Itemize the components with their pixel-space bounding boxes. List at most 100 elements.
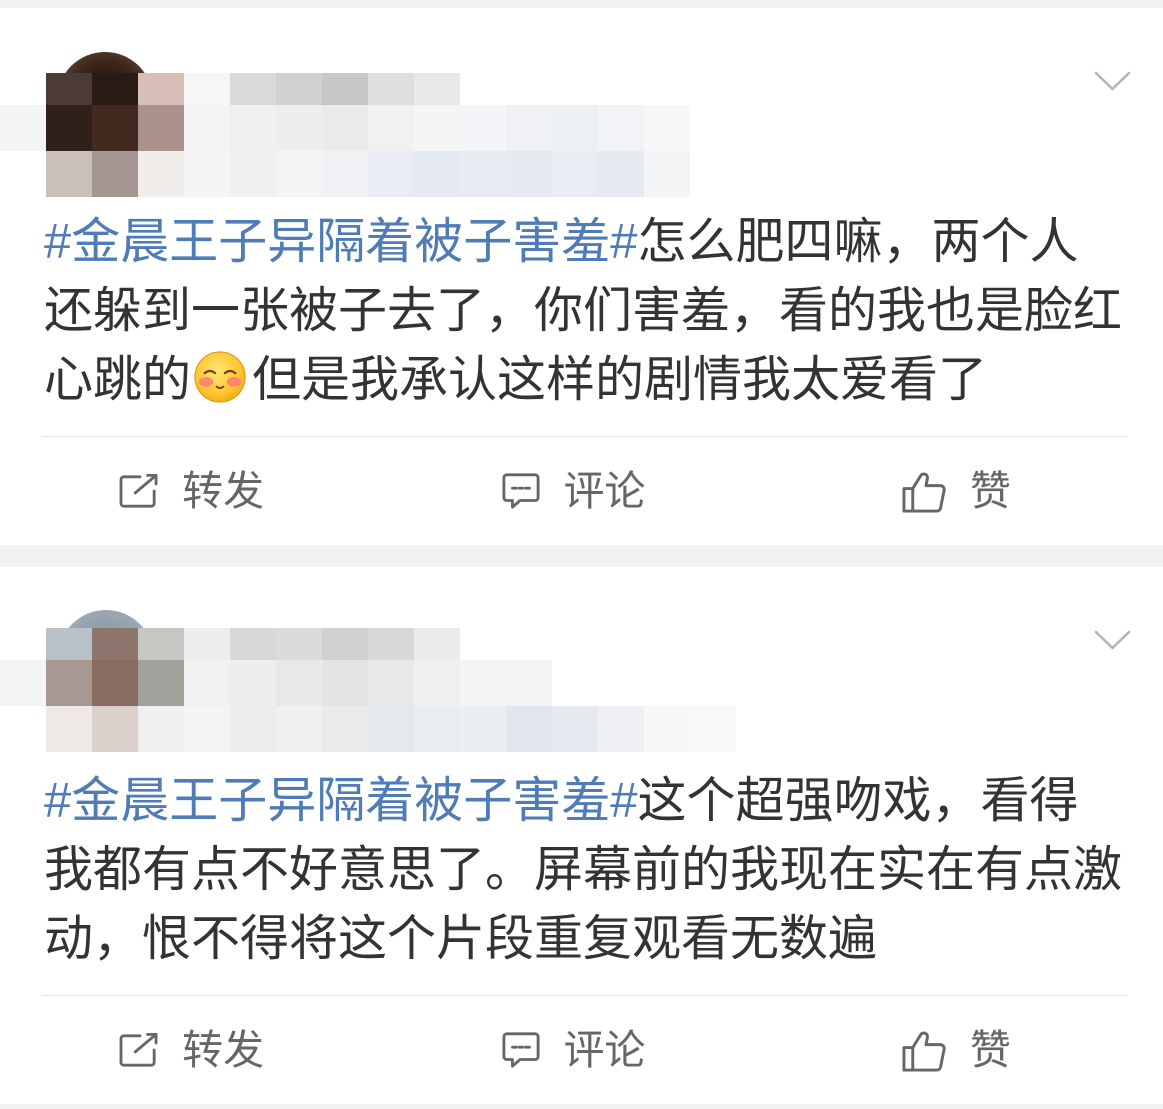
comment-button[interactable]: 评论 xyxy=(382,996,764,1104)
mosaic-tile xyxy=(368,105,414,151)
mosaic-tile xyxy=(552,706,598,752)
repost-label: 转发 xyxy=(182,1027,265,1073)
mosaic-tile xyxy=(138,73,184,105)
mosaic-tile xyxy=(92,151,138,197)
mosaic-tile xyxy=(138,105,184,151)
mosaic-tile xyxy=(138,628,184,660)
mosaic-tile xyxy=(598,706,644,752)
mosaic-row xyxy=(0,706,740,752)
repost-button[interactable]: 转发 xyxy=(0,996,382,1104)
like-label: 赞 xyxy=(969,468,1011,514)
mosaic-tile xyxy=(506,660,552,706)
post-text: #金晨王子异隔着被子害羞#怎么肥四嘛，两个人还躲到一张被子去了，你们害羞，看的我… xyxy=(44,208,1124,415)
post-card[interactable]: #金晨王子异隔着被子害羞#这个超强吻戏，看得我都有点不好意思了。屏幕前的我现在实… xyxy=(0,567,1163,1104)
mosaic-tile xyxy=(552,151,598,197)
mosaic-tile xyxy=(644,706,690,752)
mosaic-tile xyxy=(184,706,230,752)
like-button[interactable]: 赞 xyxy=(765,437,1163,545)
mosaic-row xyxy=(0,628,740,660)
chevron-down-icon xyxy=(1094,71,1130,91)
comment-label: 评论 xyxy=(563,1027,646,1073)
mosaic-tile xyxy=(0,105,46,151)
mosaic-tile xyxy=(0,706,46,752)
mosaic-tile xyxy=(138,706,184,752)
post-menu-button[interactable] xyxy=(1090,66,1134,96)
comment-button[interactable]: 评论 xyxy=(382,437,764,545)
mosaic-tile xyxy=(0,151,46,197)
mosaic-row xyxy=(0,660,740,706)
mosaic-tile xyxy=(368,73,414,105)
mosaic-tile xyxy=(414,73,460,105)
mosaic-tile xyxy=(0,628,46,660)
mosaic-tile xyxy=(368,628,414,660)
mosaic-tile xyxy=(644,151,690,197)
mosaic-tile xyxy=(46,706,92,752)
mosaic-tile xyxy=(46,660,92,706)
mosaic-tile xyxy=(230,73,276,105)
mosaic-tile xyxy=(460,660,506,706)
mosaic-tile xyxy=(322,706,368,752)
post-card[interactable]: #金晨王子异隔着被子害羞#怎么肥四嘛，两个人还躲到一张被子去了，你们害羞，看的我… xyxy=(0,8,1163,545)
post-action-bar: 转发 评论 赞 xyxy=(0,996,1163,1104)
mosaic-tile xyxy=(46,105,92,151)
feed: #金晨王子异隔着被子害羞#怎么肥四嘛，两个人还躲到一张被子去了，你们害羞，看的我… xyxy=(0,0,1163,1109)
like-icon xyxy=(902,1031,946,1072)
post-author[interactable] xyxy=(0,567,760,767)
mosaic-tile xyxy=(0,660,46,706)
mosaic-tile xyxy=(276,706,322,752)
mosaic-tile xyxy=(368,660,414,706)
mosaic-row xyxy=(0,105,740,151)
mosaic-tile xyxy=(322,151,368,197)
mosaic-tile xyxy=(460,151,506,197)
like-button[interactable]: 赞 xyxy=(765,996,1163,1104)
mosaic-tile xyxy=(368,151,414,197)
mosaic-tile xyxy=(276,660,322,706)
post-menu-button[interactable] xyxy=(1090,625,1134,655)
mosaic-tile xyxy=(230,706,276,752)
mosaic-tile xyxy=(138,660,184,706)
user-info-mosaic xyxy=(0,73,740,197)
mosaic-tile xyxy=(690,706,736,752)
mosaic-tile xyxy=(276,73,322,105)
mosaic-tile xyxy=(414,706,460,752)
mosaic-row xyxy=(0,151,740,197)
mosaic-tile xyxy=(92,706,138,752)
mosaic-tile xyxy=(184,151,230,197)
repost-button[interactable]: 转发 xyxy=(0,437,382,545)
mosaic-tile xyxy=(414,628,460,660)
mosaic-tile xyxy=(276,628,322,660)
mosaic-tile xyxy=(368,706,414,752)
post-body-text: 但是我承认这样的剧情我太爱看了 xyxy=(252,353,988,407)
like-label: 赞 xyxy=(969,1027,1011,1073)
comment-label: 评论 xyxy=(563,468,646,514)
comment-icon xyxy=(502,473,541,509)
mosaic-tile xyxy=(460,706,506,752)
mosaic-tile xyxy=(230,151,276,197)
mosaic-tile xyxy=(230,660,276,706)
mosaic-tile xyxy=(506,105,552,151)
post-author[interactable] xyxy=(0,8,760,208)
mosaic-tile xyxy=(414,151,460,197)
mosaic-tile xyxy=(46,151,92,197)
mosaic-tile xyxy=(322,628,368,660)
mosaic-tile xyxy=(184,660,230,706)
mosaic-tile xyxy=(322,660,368,706)
mosaic-tile xyxy=(506,706,552,752)
mosaic-tile xyxy=(0,73,46,105)
mosaic-tile xyxy=(460,105,506,151)
mosaic-tile xyxy=(92,105,138,151)
mosaic-tile xyxy=(92,628,138,660)
post-action-bar: 转发 评论 赞 xyxy=(0,437,1163,545)
mosaic-tile xyxy=(92,660,138,706)
mosaic-tile xyxy=(506,151,552,197)
mosaic-tile xyxy=(414,105,460,151)
hashtag-link[interactable]: #金晨王子异隔着被子害羞# xyxy=(44,774,638,828)
hashtag-link[interactable]: #金晨王子异隔着被子害羞# xyxy=(44,215,638,269)
chevron-down-icon xyxy=(1094,630,1130,650)
mosaic-tile xyxy=(184,73,230,105)
mosaic-tile xyxy=(322,73,368,105)
mosaic-tile xyxy=(230,628,276,660)
mosaic-tile xyxy=(598,151,644,197)
mosaic-tile xyxy=(184,105,230,151)
mosaic-tile xyxy=(276,151,322,197)
